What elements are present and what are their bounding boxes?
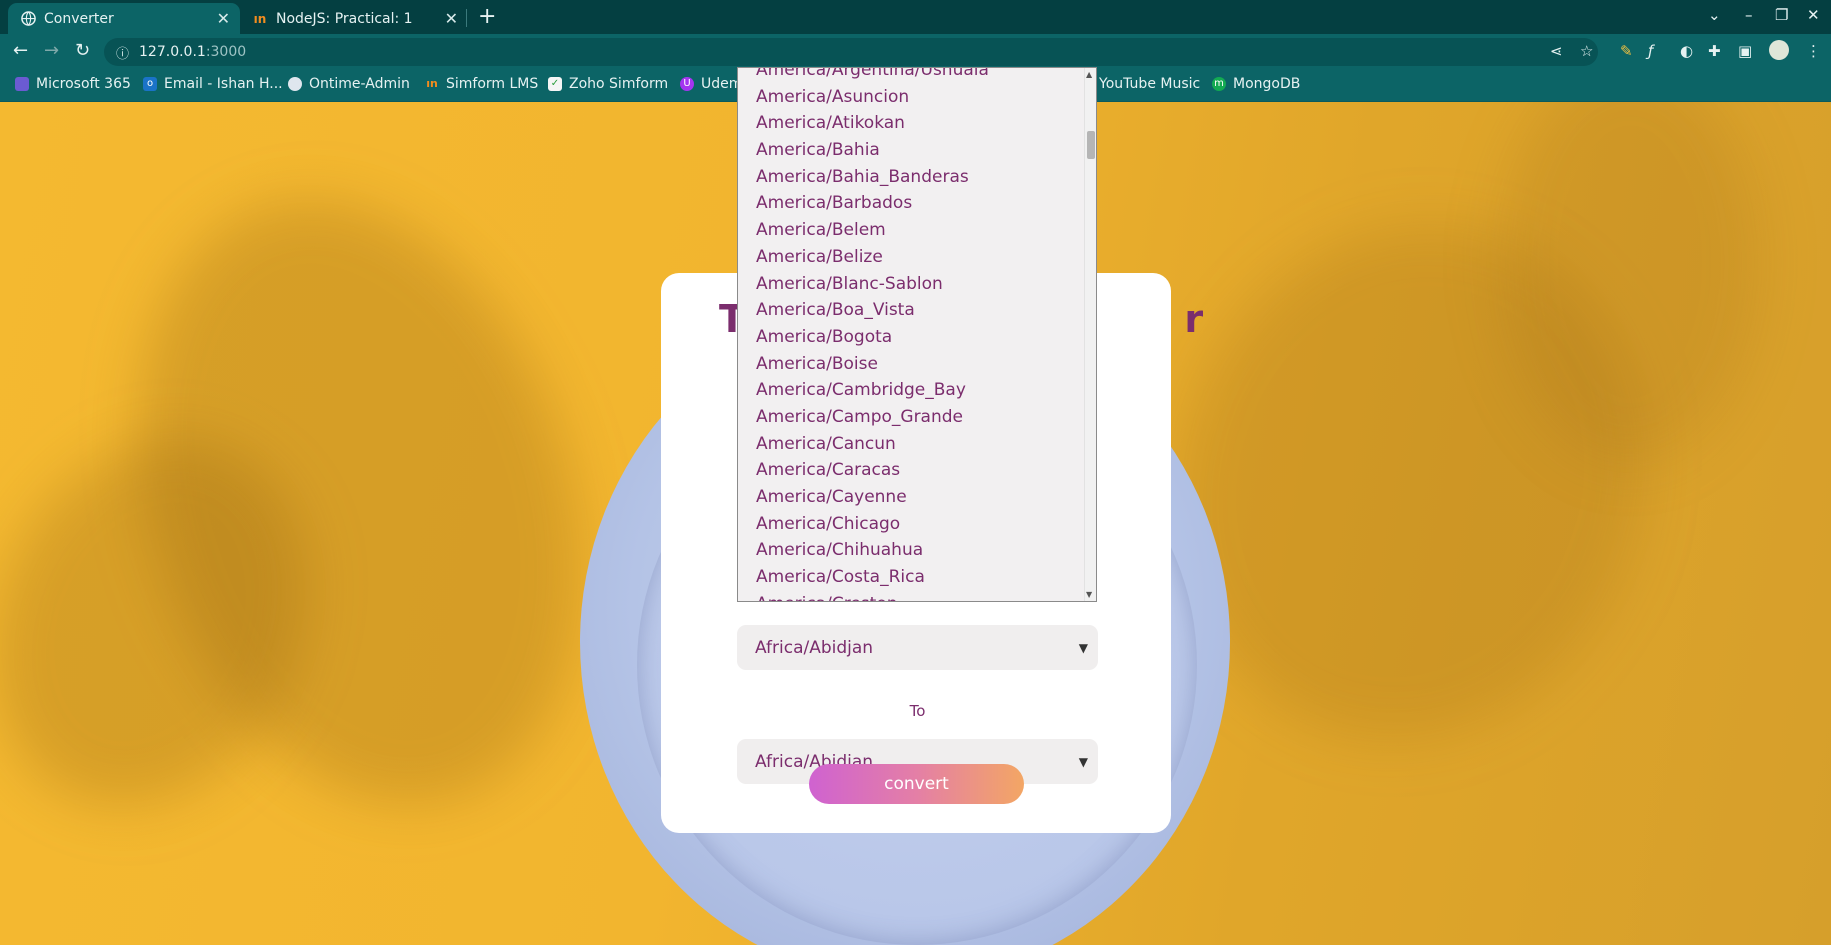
bookmark-zoho-simform[interactable]: ✓ Zoho Simform xyxy=(548,76,668,92)
globe-icon xyxy=(20,11,36,27)
dropdown-option[interactable]: America/Blanc-Sablon xyxy=(738,271,1084,298)
microsoft365-icon xyxy=(15,77,29,91)
bookmark-label: Simform LMS xyxy=(446,76,539,92)
dropdown-option[interactable]: America/Bahia xyxy=(738,137,1084,164)
dropdown-option[interactable]: America/Chihuahua xyxy=(738,537,1084,564)
bookmark-mongodb[interactable]: m MongoDB xyxy=(1212,76,1300,92)
dropdown-scrollbar[interactable]: ▲ ▼ xyxy=(1084,68,1096,601)
dropdown-option[interactable]: America/Belem xyxy=(738,217,1084,244)
bookmark-microsoft-365[interactable]: Microsoft 365 xyxy=(15,76,131,92)
url-host: 127.0.0.1 xyxy=(139,44,206,60)
profile-avatar[interactable] xyxy=(1769,40,1789,60)
bookmark-label: Email - Ishan H... xyxy=(164,76,283,92)
dropdown-option[interactable]: America/Chicago xyxy=(738,511,1084,538)
url-port: :3000 xyxy=(205,44,247,60)
tab-converter[interactable]: Converter ✕ xyxy=(8,3,240,34)
title-visible-right: r xyxy=(1184,297,1204,341)
convert-button[interactable]: convert xyxy=(809,764,1024,804)
bookmark-udemy[interactable]: U Udem xyxy=(680,76,742,92)
extensions-puzzle-icon[interactable]: ✚ xyxy=(1708,42,1721,60)
bookmark-simform-lms[interactable]: ın Simform LMS xyxy=(425,76,538,92)
tab-separator xyxy=(466,9,467,27)
simform-icon: ın xyxy=(426,77,438,90)
menu-kebab-icon[interactable]: ⋮ xyxy=(1806,42,1821,60)
bookmark-email[interactable]: o Email - Ishan H... xyxy=(143,76,283,92)
zoho-icon: ✓ xyxy=(548,77,562,91)
side-panel-icon[interactable]: ▣ xyxy=(1738,42,1752,60)
chevron-down-icon: ▼ xyxy=(1078,754,1088,769)
browser-toolbar: ← → ↻ ⓘ 127.0.0.1:3000 ⋖ ☆ ✎ ƒ ◐ ✚ ▣ ⋮ xyxy=(0,34,1831,70)
dropdown-option[interactable]: America/Atikokan xyxy=(738,110,1084,137)
dropdown-option[interactable]: America/Barbados xyxy=(738,190,1084,217)
from-timezone-value: Africa/Abidjan xyxy=(755,637,874,658)
site-info-icon[interactable]: ⓘ xyxy=(116,43,129,62)
close-tab-icon[interactable]: ✕ xyxy=(445,9,458,28)
mongodb-icon: m xyxy=(1212,77,1226,91)
address-bar[interactable]: ⓘ 127.0.0.1:3000 xyxy=(104,38,1598,66)
tab-nodejs-practical[interactable]: ın NodeJS: Practical: 1 ✕ xyxy=(240,3,468,34)
ontime-icon xyxy=(288,77,302,91)
dropdown-option[interactable]: America/Bogota xyxy=(738,324,1084,351)
timezone-dropdown-list[interactable]: America/Argentina/Ushuaia America/Asuncio… xyxy=(737,67,1097,602)
tab-strip: Converter ✕ ın NodeJS: Practical: 1 ✕ + … xyxy=(0,0,1831,34)
reload-icon[interactable]: ↻ xyxy=(75,40,90,61)
dropdown-option[interactable]: America/Cambridge_Bay xyxy=(738,377,1084,404)
dropdown-option[interactable]: America/Boise xyxy=(738,351,1084,378)
simform-icon: ın xyxy=(253,11,267,26)
pen-extension-icon[interactable]: ✎ xyxy=(1620,42,1633,60)
close-tab-icon[interactable]: ✕ xyxy=(217,9,230,28)
dropdown-option[interactable]: America/Caracas xyxy=(738,457,1084,484)
dropdown-option[interactable]: America/Belize xyxy=(738,244,1084,271)
bookmark-ontime-admin[interactable]: Ontime-Admin xyxy=(288,76,410,92)
dropdown-options: America/Argentina/Ushuaia America/Asuncio… xyxy=(738,68,1084,601)
dropdown-option[interactable]: America/Costa_Rica xyxy=(738,564,1084,591)
scrollbar-thumb[interactable] xyxy=(1087,131,1095,159)
udemy-icon: U xyxy=(680,77,694,91)
bookmark-star-icon[interactable]: ☆ xyxy=(1580,42,1593,60)
bookmark-label: Ontime-Admin xyxy=(309,76,410,92)
scroll-up-arrow-icon[interactable]: ▲ xyxy=(1086,70,1092,79)
dropdown-option[interactable]: America/Creston xyxy=(738,591,1084,601)
dropdown-option[interactable]: America/Boa_Vista xyxy=(738,297,1084,324)
dropdown-option[interactable]: America/Asuncion xyxy=(738,84,1084,111)
restore-icon[interactable]: ❐ xyxy=(1775,6,1788,24)
from-timezone-select[interactable]: Africa/Abidjan ▼ xyxy=(737,625,1098,670)
dropdown-option[interactable]: America/Bahia_Banderas xyxy=(738,164,1084,191)
dropdown-option[interactable]: America/Campo_Grande xyxy=(738,404,1084,431)
to-label: To xyxy=(909,702,926,720)
formula-extension-icon[interactable]: ƒ xyxy=(1648,42,1653,60)
new-tab-button[interactable]: + xyxy=(478,5,496,29)
dark-mode-extension-icon[interactable]: ◐ xyxy=(1680,42,1693,60)
chevron-down-icon: ▼ xyxy=(1078,640,1088,655)
close-window-icon[interactable]: ✕ xyxy=(1807,6,1820,24)
back-arrow-icon[interactable]: ← xyxy=(13,40,28,61)
bookmark-label: Zoho Simform xyxy=(569,76,669,92)
forward-arrow-icon[interactable]: → xyxy=(44,40,59,61)
bookmark-label: YouTube Music xyxy=(1099,76,1201,92)
tab-title: NodeJS: Practical: 1 xyxy=(276,10,413,27)
tab-title: Converter xyxy=(44,10,114,27)
bookmark-label: MongoDB xyxy=(1233,76,1301,92)
share-icon[interactable]: ⋖ xyxy=(1550,42,1563,60)
dropdown-option[interactable]: America/Argentina/Ushuaia xyxy=(738,68,1084,84)
outlook-icon: o xyxy=(143,77,157,91)
bookmark-youtube-music[interactable]: YouTube Music xyxy=(1099,76,1200,92)
bookmark-label: Microsoft 365 xyxy=(36,76,131,92)
scroll-down-arrow-icon[interactable]: ▼ xyxy=(1086,590,1092,599)
dropdown-option[interactable]: America/Cancun xyxy=(738,431,1084,458)
tab-search-chevron-icon[interactable]: ⌄ xyxy=(1708,6,1721,24)
minimize-icon[interactable]: – xyxy=(1745,6,1753,24)
dropdown-option[interactable]: America/Cayenne xyxy=(738,484,1084,511)
